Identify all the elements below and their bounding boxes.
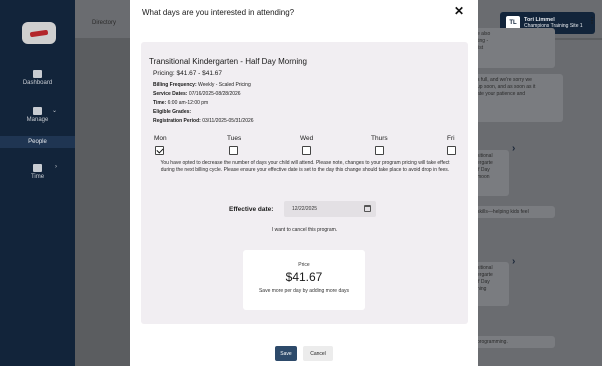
eligible-grades: Eligible Grades:: [153, 109, 192, 115]
bg-card: sitional ergarte lf Day ning: [473, 262, 509, 306]
price-note: Save more per day by adding more days: [258, 288, 350, 294]
directory-tab[interactable]: Directory: [92, 20, 116, 26]
price-amount: $41.67: [285, 270, 323, 284]
day-checkbox-mon[interactable]: [155, 146, 164, 155]
day-label-tues: Tues: [227, 135, 242, 142]
chevron-right-icon: ›: [55, 164, 57, 170]
effective-date-input[interactable]: 12/22/2025: [284, 201, 376, 217]
nav-time[interactable]: Time ›: [0, 162, 75, 186]
chevron-down-icon: ⌄: [51, 108, 57, 114]
change-notice: You have opted to decrease the number of…: [160, 160, 450, 173]
day-label-fri: Fri: [447, 135, 455, 142]
day-checkbox-thurs[interactable]: [375, 146, 384, 155]
day-label-thurs: Thurs: [371, 135, 388, 142]
bg-card: sitional ergarte lf Day moon: [473, 150, 509, 196]
effective-date-value: 12/22/2025: [292, 206, 318, 212]
registration-period: Registration Period: 03/11/2025-05/31/20…: [153, 118, 254, 124]
nav-dashboard[interactable]: Dashboard: [0, 68, 75, 90]
price-card: Price $41.67 Save more per day by adding…: [243, 250, 365, 310]
save-button[interactable]: Save: [275, 346, 297, 361]
bg-card: s full, and we're sorry we up soon, and …: [473, 74, 563, 122]
effective-date-label: Effective date:: [229, 206, 274, 213]
close-icon[interactable]: ✕: [454, 5, 464, 17]
manage-icon: [33, 107, 42, 115]
chevron-right-icon[interactable]: ›: [512, 256, 515, 267]
logo: [22, 22, 56, 44]
service-dates: Service Dates: 07/16/2025-08/28/2026: [153, 91, 241, 97]
sidebar: Dashboard Manage ⌄ People Time ›: [0, 0, 75, 366]
day-checkbox-wed[interactable]: [302, 146, 311, 155]
bg-card: programming.: [473, 336, 555, 348]
day-label-wed: Wed: [300, 135, 314, 142]
price-label: Price: [298, 262, 310, 268]
modal-header: What days are you interested in attendin…: [130, 0, 478, 28]
bg-card: skills—helping kids feel: [473, 206, 555, 218]
nav-manage[interactable]: Manage ⌄: [0, 105, 75, 129]
program-name: Transitional Kindergarten - Half Day Mor…: [149, 57, 307, 66]
day-selection-modal: What days are you interested in attendin…: [130, 0, 478, 366]
time-icon: [33, 164, 42, 172]
app: Dashboard Manage ⌄ People Time › Directo…: [0, 0, 602, 366]
bg-card: e also ting - list: [473, 28, 555, 68]
program-pricing: Pricing: $41.67 - $41.67: [153, 70, 223, 77]
program-time: Time: 6:00 am-12:00 pm: [153, 100, 209, 106]
billing-frequency: Billing Frequency: Weekly - Scaled Prici…: [153, 82, 251, 88]
cancel-button[interactable]: Cancel: [303, 346, 333, 361]
nav-people[interactable]: People: [0, 136, 75, 148]
more-options-icon[interactable]: ⋮: [588, 16, 596, 25]
day-checkbox-fri[interactable]: [447, 146, 456, 155]
dashboard-icon: [33, 70, 42, 78]
day-label-mon: Mon: [154, 135, 167, 142]
calendar-icon[interactable]: [364, 205, 371, 212]
chevron-right-icon[interactable]: ›: [512, 143, 515, 154]
program-panel: Transitional Kindergarten - Half Day Mor…: [141, 42, 468, 324]
cancel-program-link[interactable]: I want to cancel this program.: [141, 227, 468, 233]
day-checkbox-tues[interactable]: [229, 146, 238, 155]
modal-title: What days are you interested in attendin…: [142, 8, 295, 17]
